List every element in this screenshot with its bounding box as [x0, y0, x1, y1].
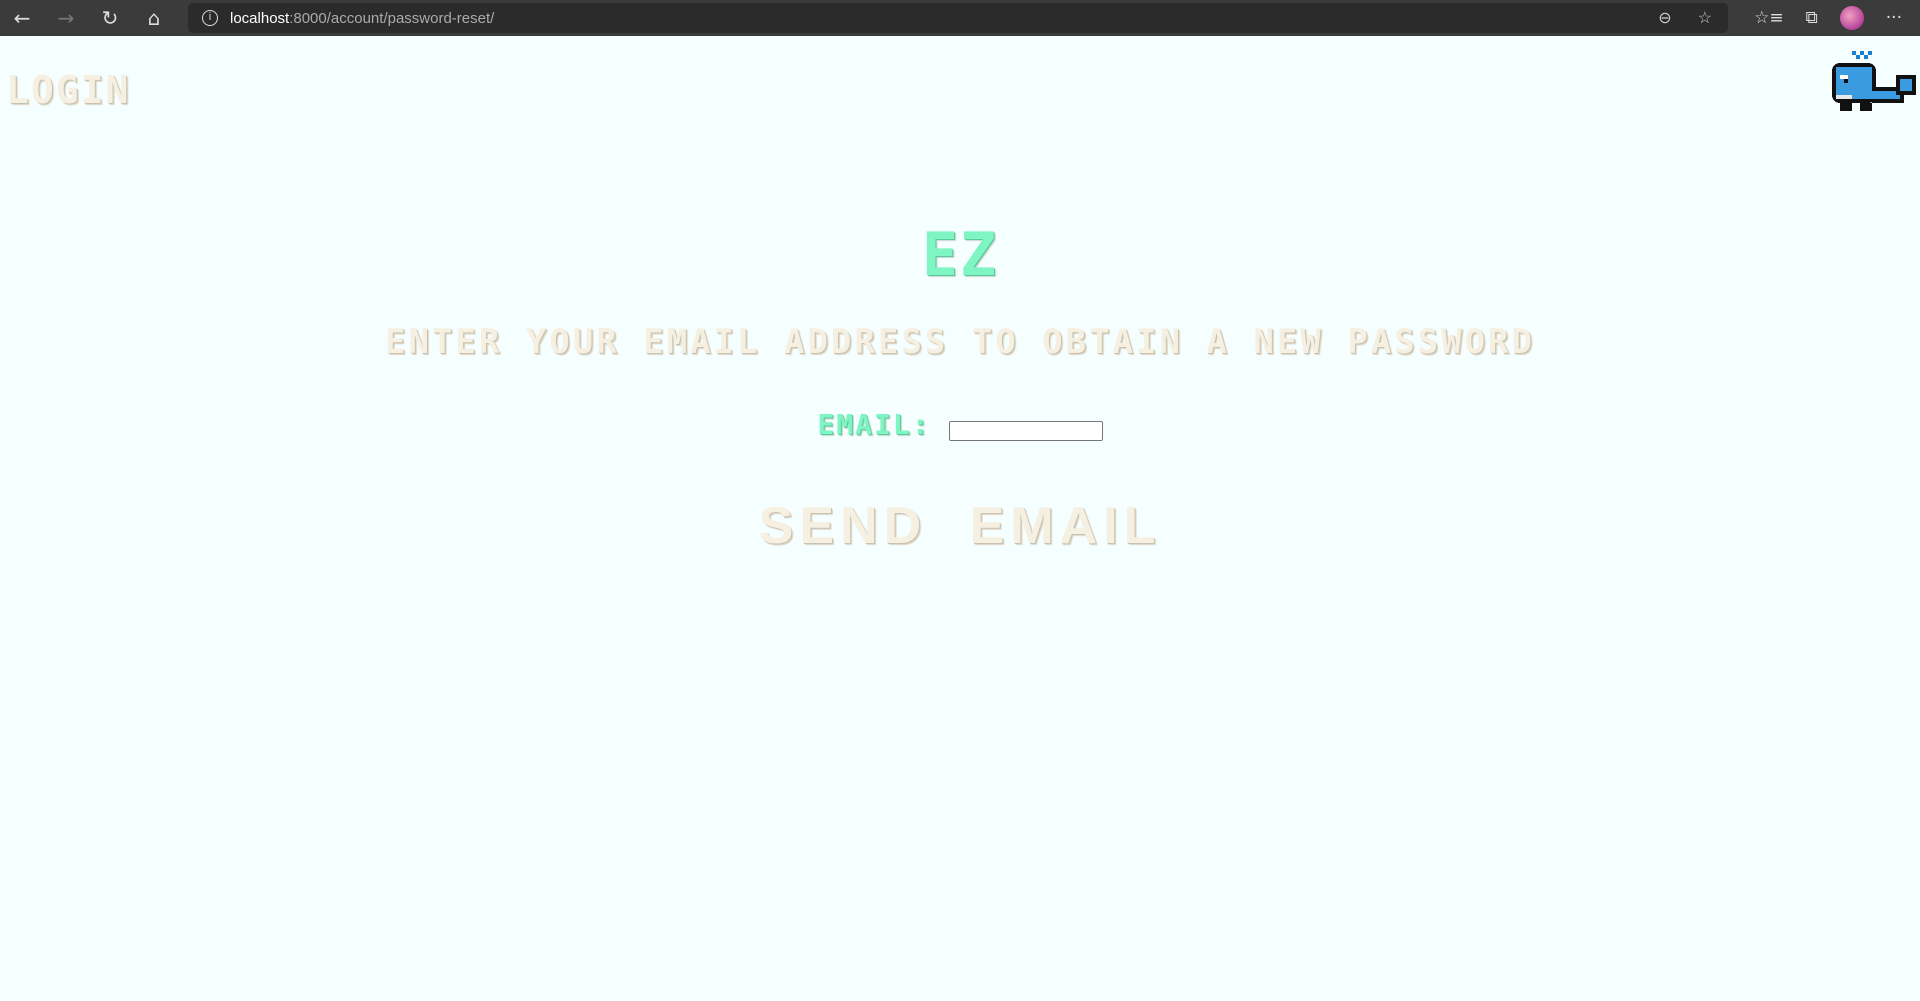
collections-icon[interactable]: ⧉ — [1806, 8, 1818, 28]
home-icon[interactable]: ⌂ — [132, 6, 176, 30]
password-reset-form: EMAIL: — [0, 408, 1920, 441]
login-link[interactable]: LOGIN — [6, 68, 130, 112]
zoom-out-icon[interactable]: ⊖ — [1658, 8, 1671, 28]
profile-avatar[interactable] — [1839, 6, 1864, 30]
send-email-button[interactable]: SEND EMAIL — [0, 496, 1920, 556]
url-host: localhost — [230, 9, 290, 27]
reload-icon[interactable]: ↻ — [88, 6, 132, 30]
whale-logo-icon — [1832, 51, 1916, 111]
info-icon[interactable]: i — [202, 10, 218, 26]
add-favorite-icon[interactable]: ☆ — [1698, 8, 1712, 28]
favorites-icon[interactable]: ☆≡ — [1754, 8, 1783, 28]
site-logo: EZ — [921, 220, 999, 290]
address-bar[interactable]: i localhost:8000/account/password-reset/… — [188, 3, 1728, 33]
forward-icon[interactable]: → — [44, 6, 88, 30]
more-icon[interactable]: ··· — [1886, 8, 1902, 28]
browser-toolbar: ← → ↻ ⌂ i localhost:8000/account/passwor… — [0, 0, 1920, 36]
email-input[interactable] — [948, 420, 1103, 441]
back-icon[interactable]: ← — [0, 6, 44, 30]
email-label: EMAIL: — [817, 408, 931, 441]
page-heading: ENTER YOUR EMAIL ADDRESS TO OBTAIN A NEW… — [384, 322, 1536, 362]
url-path: :8000/account/password-reset/ — [289, 9, 495, 27]
